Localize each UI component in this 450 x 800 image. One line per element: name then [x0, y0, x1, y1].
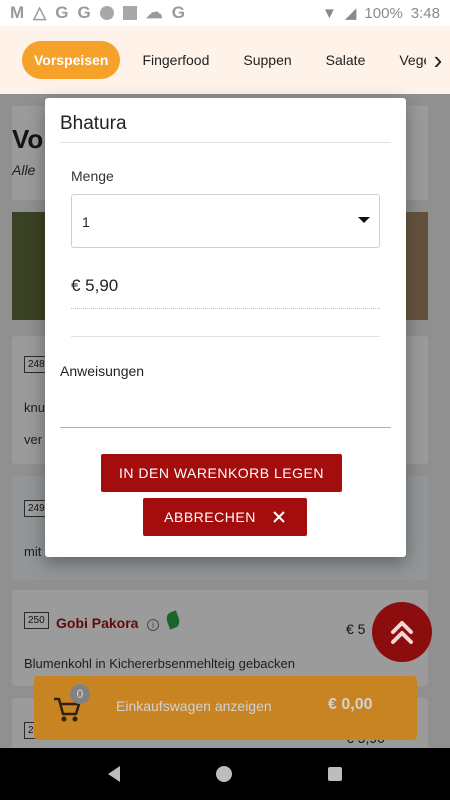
signal-icon: ◢	[344, 5, 357, 22]
google-icon: G	[77, 3, 91, 22]
item-price: € 5,90	[71, 276, 119, 295]
scroll-to-top-button[interactable]	[372, 602, 432, 662]
battery-percentage: 100%	[364, 4, 403, 22]
cart-total: € 0,00	[328, 696, 373, 713]
quantity-value: 1	[82, 214, 90, 230]
caret-down-icon	[358, 217, 370, 223]
double-chevron-up-icon	[391, 621, 413, 644]
notification-dot-icon	[99, 6, 114, 20]
wifi-icon: ▼	[322, 4, 337, 22]
add-to-cart-dialog: Bhatura Menge 1 € 5,90 Anweisungen IN DE…	[45, 98, 406, 557]
cancel-button[interactable]: ABBRECHEN	[143, 498, 307, 536]
chevron-right-icon[interactable]: ›	[426, 42, 450, 78]
dialog-divider	[60, 142, 391, 143]
status-bar: M △ G G ☁ G ▼ ◢ 100% 3:48	[0, 0, 450, 26]
tab-suppen[interactable]: Suppen	[231, 41, 303, 79]
google-icon: G	[171, 3, 185, 22]
google-icon: G	[55, 3, 69, 22]
instructions-label: Anweisungen	[60, 363, 145, 379]
tab-fingerfood[interactable]: Fingerfood	[130, 41, 221, 79]
add-to-cart-label: IN DEN WARENKORB LEGEN	[119, 465, 324, 481]
quantity-select[interactable]: 1	[71, 194, 380, 248]
close-icon	[273, 511, 285, 523]
instructions-input[interactable]	[60, 390, 391, 428]
options-divider	[71, 336, 380, 337]
recent-apps-icon[interactable]	[328, 767, 342, 781]
system-navigation-bar	[0, 748, 450, 800]
price-divider	[71, 308, 380, 309]
view-cart-label: Einkaufswagen anzeigen	[116, 698, 272, 714]
gmail-icon: M	[10, 3, 25, 22]
clock: 3:48	[410, 4, 440, 22]
back-icon[interactable]	[108, 766, 120, 782]
dialog-title: Bhatura	[60, 113, 127, 134]
add-to-cart-button[interactable]: IN DEN WARENKORB LEGEN	[101, 454, 342, 492]
cancel-label: ABBRECHEN	[164, 509, 256, 525]
cloud-icon: ☁	[145, 3, 163, 22]
home-icon[interactable]	[216, 766, 232, 782]
system-indicators: ▼ ◢ 100% 3:48	[322, 4, 440, 23]
category-tabs: Vorspeisen Fingerfood Suppen Salate Vege…	[0, 26, 450, 94]
sd-card-icon	[122, 6, 137, 20]
view-cart-bar[interactable]: 0 Einkaufswagen anzeigen € 0,00	[34, 676, 417, 740]
drive-icon: △	[33, 3, 47, 22]
quantity-label: Menge	[71, 168, 114, 184]
cart-count-badge: 0	[70, 684, 90, 704]
notification-icons: M △ G G ☁ G	[10, 3, 185, 23]
tab-vorspeisen[interactable]: Vorspeisen	[22, 41, 121, 79]
tab-salate[interactable]: Salate	[314, 41, 378, 79]
